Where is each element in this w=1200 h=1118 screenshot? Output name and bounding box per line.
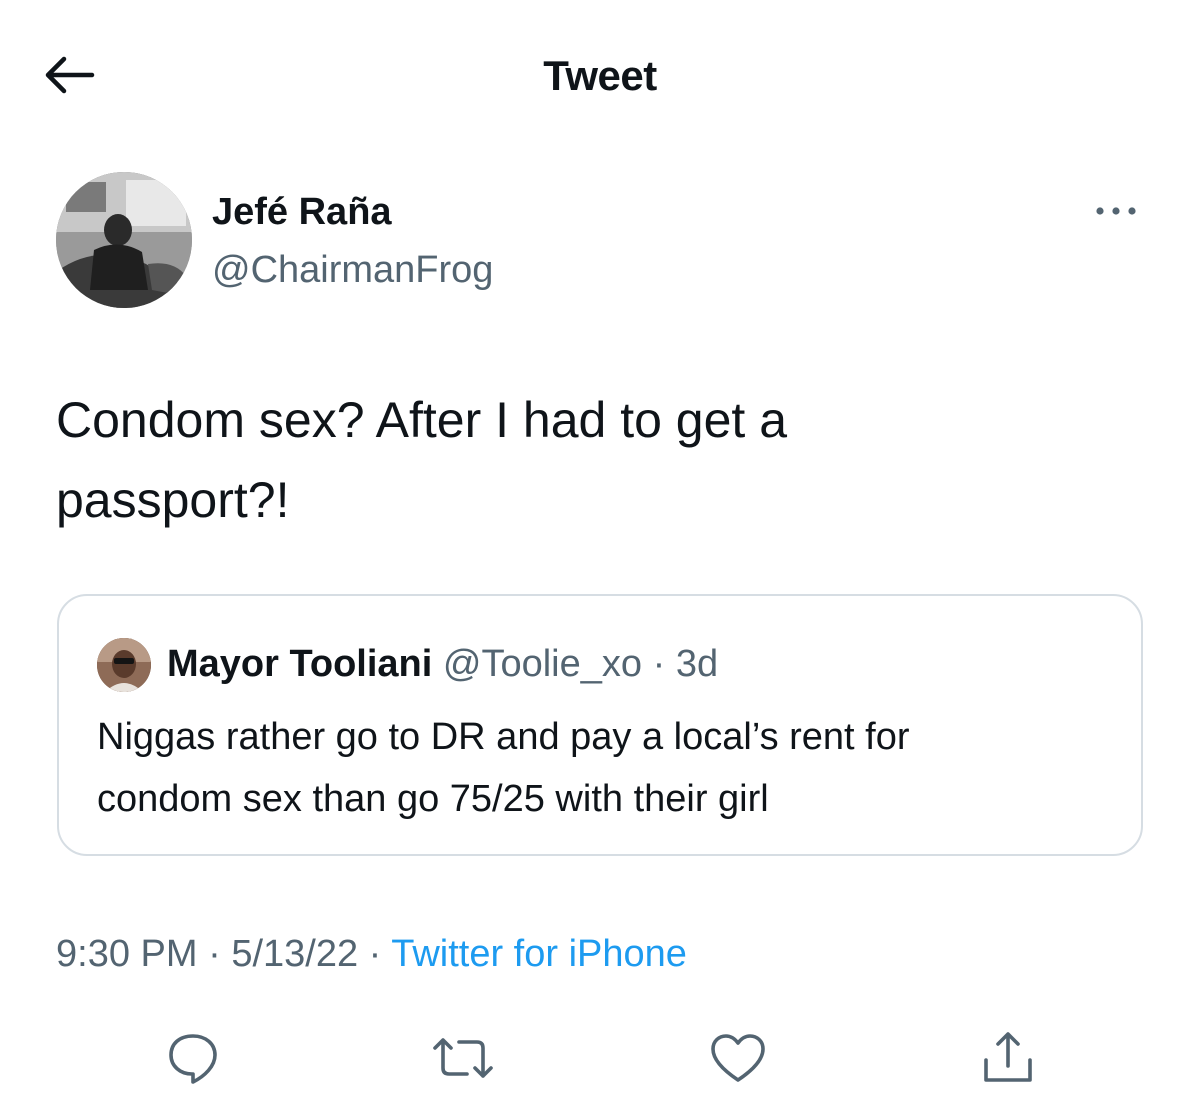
page-title: Tweet (543, 52, 657, 99)
quoted-author-avatar (97, 638, 151, 692)
author-handle[interactable]: @ChairmanFrog (212, 246, 493, 294)
retweet-icon (433, 1038, 493, 1078)
tweet-date: 5/13/22 (231, 933, 359, 975)
share-icon (984, 1032, 1032, 1082)
separator-dot: · (652, 643, 666, 685)
tweet-meta: 9:30 PM · 5/13/22 · Twitter for iPhone (56, 928, 687, 980)
tweet-text-line: Condom sex? After I had to get a (56, 392, 788, 448)
quoted-tweet-card[interactable]: Mayor Tooliani @Toolie_xo · 3d Niggas ra… (57, 594, 1143, 856)
retweet-button[interactable] (431, 1026, 495, 1090)
quoted-author-name: Mayor Tooliani (167, 643, 433, 685)
tweet-time: 9:30 PM (56, 933, 198, 975)
author-name[interactable]: Jefé Raña (212, 188, 392, 236)
more-options-button[interactable] (1088, 196, 1144, 226)
reply-button[interactable] (161, 1026, 225, 1090)
author-avatar[interactable] (56, 172, 192, 308)
quoted-tweet-header: Mayor Tooliani @Toolie_xo · 3d (167, 640, 718, 688)
tweet-text: Condom sex? After I had to get a passpor… (56, 380, 1146, 540)
quoted-text-line: Niggas rather go to DR and pay a local’s… (97, 716, 910, 758)
separator-dot: · (368, 933, 382, 975)
tweet-text-line: passport?! (56, 472, 290, 528)
more-horizontal-icon (1096, 207, 1136, 215)
quoted-tweet-text: Niggas rather go to DR and pay a local’s… (97, 706, 1117, 830)
avatar-image (56, 172, 192, 308)
tweet-source-link[interactable]: Twitter for iPhone (391, 933, 687, 975)
quoted-author-handle: @Toolie_xo (442, 643, 643, 685)
reply-icon (169, 1034, 217, 1084)
quoted-text-line: condom sex than go 75/25 with their girl (97, 778, 769, 820)
separator-dot: · (208, 933, 221, 975)
share-button[interactable] (976, 1026, 1040, 1090)
like-button[interactable] (706, 1026, 770, 1090)
like-icon (711, 1034, 765, 1082)
quoted-tweet-time: 3d (675, 643, 719, 685)
quoted-avatar-image (97, 638, 151, 692)
